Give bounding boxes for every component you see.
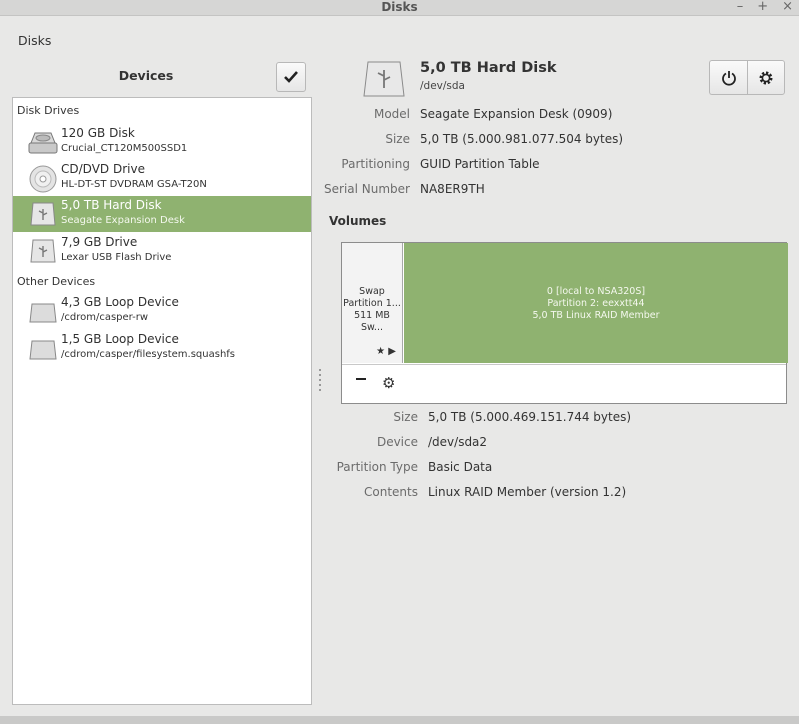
title-bar: Disks – + × <box>0 0 799 16</box>
vol-size-value: 5,0 TB (5.000.469.151.744 bytes) <box>428 410 632 424</box>
devices-title: Devices <box>118 68 174 83</box>
device-item-4-3gb-loop[interactable]: 4,3 GB Loop Device /cdrom/casper-rw <box>13 293 311 329</box>
device-item-5tb-hard-disk[interactable]: 5,0 TB Hard Disk Seagate Expansion Desk <box>13 196 311 232</box>
menu-disks[interactable]: Disks <box>18 33 51 48</box>
vol-device-value: /dev/sda2 <box>428 435 488 449</box>
gears-icon[interactable]: ⚙ <box>382 375 395 391</box>
play-icon: ▶ <box>388 346 396 357</box>
pane-splitter[interactable] <box>319 366 322 394</box>
power-off-button[interactable] <box>709 60 747 95</box>
size-value: 5,0 TB (5.000.981.077.504 bytes) <box>420 132 624 146</box>
optical-disc-icon <box>29 165 57 193</box>
disk-settings-button[interactable] <box>747 60 785 95</box>
size-label: Size <box>385 132 410 146</box>
loop-device-icon <box>29 340 57 360</box>
volumes-heading: Volumes <box>329 214 387 228</box>
window-title: Disks <box>381 0 418 14</box>
disk-title: 5,0 TB Hard Disk <box>420 60 557 76</box>
delete-partition-icon[interactable] <box>356 378 366 380</box>
disk-actions <box>709 60 786 95</box>
device-list: Disk Drives 120 GB Disk Crucial_CT120M50… <box>12 97 312 705</box>
volume-toolbar: ⚙ <box>342 364 786 403</box>
volume-swap-partition[interactable]: Swap Partition 1... 511 MB Sw... ★ ▶ <box>342 243 403 363</box>
select-mode-button[interactable] <box>276 62 306 92</box>
vol-partition-type-label: Partition Type <box>336 460 418 474</box>
checkmark-icon <box>284 71 298 83</box>
hard-disk-icon <box>28 132 58 154</box>
maximize-icon[interactable]: + <box>757 0 768 14</box>
power-icon <box>721 70 736 86</box>
disk-device-path: /dev/sda <box>420 80 465 92</box>
gear-icon <box>759 71 773 84</box>
serial-label: Serial Number <box>324 182 410 196</box>
volume-raid-partition[interactable]: 0 [local to NSA320S] Partition 2: eexxtt… <box>404 243 788 363</box>
model-label: Model <box>373 107 410 121</box>
vol-contents-label: Contents <box>364 485 418 499</box>
usb-drive-icon <box>30 202 56 226</box>
serial-value: NA8ER9TH <box>420 182 485 196</box>
section-other-devices: Other Devices <box>17 275 96 288</box>
device-item-cd-dvd-drive[interactable]: CD/DVD Drive HL-DT-ST DVDRAM GSA-T20N <box>13 160 311 196</box>
vol-size-label: Size <box>393 410 418 424</box>
device-item-1-5gb-loop[interactable]: 1,5 GB Loop Device /cdrom/casper/filesys… <box>13 330 311 366</box>
close-icon[interactable]: × <box>782 0 793 14</box>
partitioning-value: GUID Partition Table <box>420 157 540 171</box>
star-icon: ★ <box>376 346 386 357</box>
vol-device-label: Device <box>376 435 418 449</box>
device-item-120gb-disk[interactable]: 120 GB Disk Crucial_CT120M500SSD1 <box>13 124 311 160</box>
window-bottom-edge <box>0 716 799 724</box>
volume-map: Swap Partition 1... 511 MB Sw... ★ ▶ 0 [… <box>341 242 788 404</box>
loop-device-icon <box>29 303 57 323</box>
usb-drive-icon <box>30 239 56 263</box>
section-disk-drives: Disk Drives <box>17 104 80 117</box>
device-item-7-9gb-drive[interactable]: 7,9 GB Drive Lexar USB Flash Drive <box>13 233 311 269</box>
vol-contents-value: Linux RAID Member (version 1.2) <box>428 485 627 499</box>
usb-drive-icon <box>363 61 405 97</box>
menu-bar: Disks <box>0 17 799 63</box>
partitioning-label: Partitioning <box>341 157 410 171</box>
model-value: Seagate Expansion Desk (0909) <box>420 107 613 121</box>
vol-partition-type-value: Basic Data <box>428 460 493 474</box>
minimize-icon[interactable]: – <box>737 0 744 14</box>
devices-header: Devices <box>12 62 312 96</box>
